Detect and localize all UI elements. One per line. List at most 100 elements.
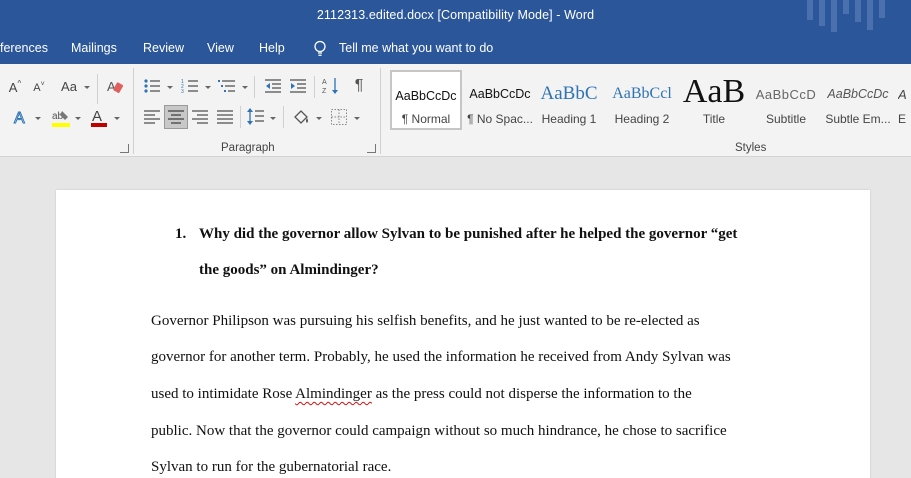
- bullets-icon[interactable]: [143, 77, 161, 95]
- svg-text:A: A: [107, 79, 116, 94]
- paragraph-line-1: Governor Philipson was pursuing his self…: [151, 313, 700, 329]
- styles-group-label: Styles: [735, 142, 767, 154]
- style-preview: AaBbC: [540, 83, 598, 104]
- grow-font-label: A: [8, 79, 18, 95]
- style-emphasis[interactable]: A E: [898, 70, 911, 130]
- style-name: Heading 2: [614, 112, 670, 126]
- align-center-button[interactable]: [164, 105, 188, 129]
- tab-mailings[interactable]: Mailings: [71, 41, 117, 55]
- show-formatting-marks-icon[interactable]: ¶: [350, 76, 368, 96]
- style-name: Title: [702, 112, 726, 126]
- change-case-button[interactable]: Aa: [58, 77, 80, 95]
- style-subtle-emphasis[interactable]: AaBbCcDc Subtle Em...: [824, 70, 892, 130]
- svg-text:Z: Z: [322, 88, 327, 95]
- change-case-dropdown-icon[interactable]: [84, 86, 90, 89]
- style-name: Heading 1: [541, 112, 597, 126]
- paragraph-line-3: used to intimidate Rose Almindinger as t…: [151, 386, 692, 403]
- bullets-dropdown-icon[interactable]: [167, 86, 173, 89]
- style-preview: AaB: [682, 74, 746, 110]
- style-preview: AaBbCcl: [612, 85, 672, 102]
- svg-text:A: A: [92, 108, 102, 125]
- decrease-indent-icon[interactable]: [264, 77, 282, 95]
- spelling-error-word[interactable]: Almindinger: [295, 386, 372, 402]
- justify-icon[interactable]: [216, 108, 234, 126]
- text-effects-dropdown-icon[interactable]: [35, 117, 41, 120]
- sort-icon[interactable]: AZ: [322, 76, 340, 96]
- style-name: ¶ No Spac...: [467, 112, 533, 126]
- numbering-dropdown-icon[interactable]: [205, 86, 211, 89]
- divider: [254, 76, 255, 98]
- divider: [240, 106, 241, 128]
- grow-font-button[interactable]: A ^: [6, 78, 24, 96]
- grow-arrow-icon: ^: [17, 78, 22, 88]
- ribbon-tabs: ferences Mailings Review View Help Tell …: [0, 32, 911, 64]
- text-effects-icon[interactable]: A: [12, 107, 30, 128]
- style-heading-2[interactable]: AaBbCcl Heading 2: [608, 70, 676, 130]
- highlight-dropdown-icon[interactable]: [75, 117, 81, 120]
- style-preview: AaBbCcDc: [827, 87, 889, 101]
- svg-text:A: A: [322, 79, 327, 86]
- style-subtitle[interactable]: AaBbCcD Subtitle: [752, 70, 820, 130]
- line-spacing-icon[interactable]: [247, 107, 265, 127]
- multilevel-list-icon[interactable]: [218, 77, 236, 95]
- title-bar: 2112313.edited.docx [Compatibility Mode]…: [0, 0, 911, 32]
- style-preview: AaBbCcDc: [469, 87, 531, 101]
- style-name: ¶ Normal: [401, 112, 451, 126]
- tab-review[interactable]: Review: [143, 41, 184, 55]
- shrink-arrow-icon: ˅: [40, 81, 45, 88]
- document-page[interactable]: 1. Why did the governor allow Sylvan to …: [56, 190, 870, 478]
- borders-dropdown-icon[interactable]: [354, 117, 360, 120]
- style-preview: AaBbCcD: [755, 86, 817, 102]
- font-color-icon[interactable]: A: [89, 107, 109, 129]
- change-case-label: Aa: [61, 78, 77, 94]
- window-title: 2112313.edited.docx [Compatibility Mode]…: [316, 8, 595, 22]
- group-divider: [133, 68, 134, 154]
- numbering-icon[interactable]: 123: [181, 77, 199, 95]
- divider: [97, 74, 98, 104]
- tab-view[interactable]: View: [207, 41, 234, 55]
- paragraph-dialog-launcher-icon[interactable]: [367, 144, 376, 153]
- paragraph-line-2: governor for another term. Probably, he …: [151, 349, 731, 365]
- divider: [283, 106, 284, 128]
- line-spacing-dropdown-icon[interactable]: [270, 117, 276, 120]
- svg-text:3: 3: [181, 89, 184, 95]
- title-bar-decoration: [807, 0, 885, 32]
- borders-icon[interactable]: [330, 108, 348, 126]
- align-left-icon[interactable]: [143, 108, 161, 126]
- increase-indent-icon[interactable]: [289, 77, 307, 95]
- font-color-dropdown-icon[interactable]: [114, 117, 120, 120]
- style-name: Subtitle: [765, 112, 807, 126]
- tab-references[interactable]: ferences: [0, 41, 48, 55]
- style-title[interactable]: AaB Title: [682, 70, 746, 130]
- divider: [314, 76, 315, 98]
- svg-text:A: A: [14, 110, 25, 127]
- style-preview: AaBbCcDc: [395, 89, 457, 103]
- paragraph-line-5: Sylvan to run for the gubernatorial race…: [151, 459, 392, 475]
- style-heading-1[interactable]: AaBbC Heading 1: [538, 70, 600, 130]
- group-divider: [380, 68, 381, 154]
- font-dialog-launcher-icon[interactable]: [120, 144, 129, 153]
- highlight-icon[interactable]: ab: [50, 107, 72, 129]
- style-no-spacing[interactable]: AaBbCcDc ¶ No Spac...: [464, 70, 536, 130]
- text-run: as the press could not disperse the info…: [371, 386, 692, 402]
- question-number: 1.: [175, 226, 187, 242]
- ribbon: A ^ A ˅ Aa A A ab A 123 A Z ¶ Paragraph …: [0, 64, 911, 157]
- align-right-icon[interactable]: [191, 108, 209, 126]
- tell-me-search[interactable]: Tell me what you want to do: [339, 41, 493, 55]
- tab-help[interactable]: Help: [259, 41, 285, 55]
- style-name: Subtle Em...: [825, 112, 891, 126]
- shading-icon[interactable]: [291, 107, 311, 127]
- style-name: E: [898, 112, 907, 126]
- style-normal[interactable]: AaBbCcDc ¶ Normal: [390, 70, 462, 130]
- multilevel-dropdown-icon[interactable]: [242, 86, 248, 89]
- paragraph-group-label: Paragraph: [221, 142, 275, 154]
- question-line-1: Why did the governor allow Sylvan to be …: [199, 226, 738, 242]
- lightbulb-icon[interactable]: [312, 40, 328, 57]
- shrink-font-button[interactable]: A ˅: [30, 79, 48, 97]
- style-preview: A: [898, 86, 907, 102]
- clear-formatting-icon[interactable]: A: [106, 77, 124, 95]
- styles-gallery: AaBbCcDc ¶ Normal AaBbCcDc ¶ No Spac... …: [388, 68, 911, 130]
- align-center-icon: [168, 110, 184, 124]
- shading-dropdown-icon[interactable]: [316, 117, 322, 120]
- question-line-2: the goods” on Almindinger?: [199, 262, 379, 278]
